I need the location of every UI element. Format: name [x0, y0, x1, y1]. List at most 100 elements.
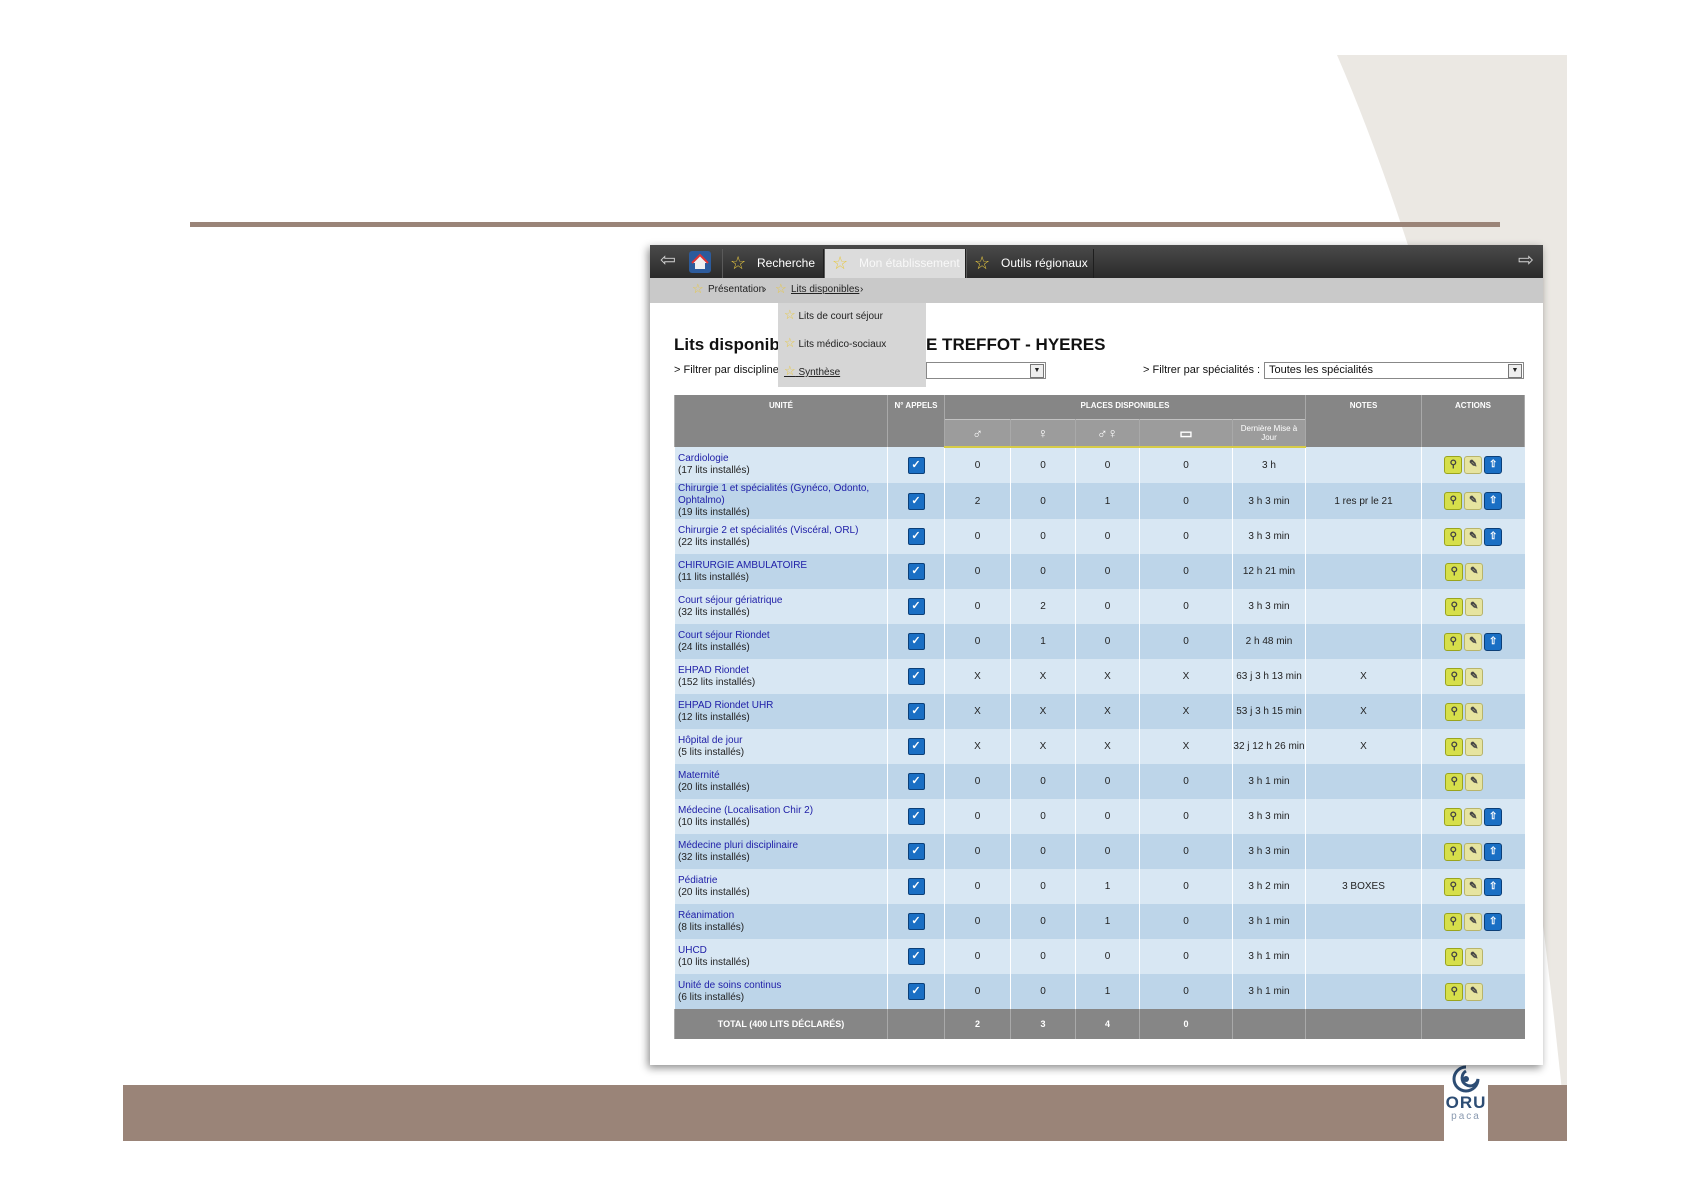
comment-icon[interactable]: ✎ — [1465, 597, 1484, 616]
comment-icon[interactable]: ✎ — [1464, 527, 1483, 546]
col-header-bed: ▭ — [1139, 419, 1233, 448]
search-icon[interactable]: ⚲ — [1444, 492, 1463, 510]
subnav-lits-disponibles[interactable]: Lits disponibles — [791, 284, 859, 295]
comment-icon[interactable]: ✎ — [1465, 982, 1484, 1001]
unit-name-link[interactable]: EHPAD Riondet — [678, 665, 887, 677]
total-label: TOTAL (400 LITS DÉCLARÉS) — [674, 1009, 888, 1039]
filter-discipline-select[interactable]: ▼ — [926, 362, 1046, 379]
comment-icon[interactable]: ✎ — [1464, 877, 1483, 896]
comment-icon[interactable]: ✎ — [1464, 492, 1483, 510]
dropdown-item-synthese[interactable]: ☆ Synthèse — [784, 363, 840, 379]
search-icon[interactable]: ⚲ — [1445, 982, 1464, 1001]
places-v4: X — [1139, 694, 1233, 729]
notes-cell — [1305, 764, 1422, 799]
arrow-up-icon[interactable]: ⇧ — [1484, 912, 1503, 931]
dropdown-item-court-sejour[interactable]: ☆ Lits de court séjour — [784, 307, 883, 323]
phone-call-icon[interactable]: ✓ — [907, 738, 925, 755]
search-icon[interactable]: ⚲ — [1445, 667, 1464, 686]
comment-icon[interactable]: ✎ — [1465, 737, 1484, 756]
unit-name-link[interactable]: EHPAD Riondet UHR — [678, 700, 887, 712]
unit-name-link[interactable]: CHIRURGIE AMBULATOIRE — [678, 560, 887, 572]
phone-call-icon[interactable]: ✓ — [907, 773, 925, 790]
search-icon[interactable]: ⚲ — [1445, 562, 1464, 581]
comment-icon[interactable]: ✎ — [1464, 807, 1483, 826]
arrow-left-icon[interactable]: ⇦ — [658, 250, 678, 272]
notes-cell — [1305, 589, 1422, 624]
arrow-up-icon[interactable]: ⇧ — [1484, 527, 1503, 546]
unit-name-link[interactable]: Unité de soins continus — [678, 980, 887, 992]
unit-name-link[interactable]: Pédiatrie — [678, 875, 887, 887]
unit-beds: (6 lits installés) — [678, 991, 745, 1003]
comment-icon[interactable]: ✎ — [1465, 772, 1484, 791]
search-icon[interactable]: ⚲ — [1445, 737, 1464, 756]
home-icon[interactable] — [688, 250, 712, 274]
phone-call-icon[interactable]: ✓ — [907, 598, 925, 615]
phone-call-icon[interactable]: ✓ — [907, 948, 925, 965]
comment-icon[interactable]: ✎ — [1464, 456, 1483, 474]
search-icon[interactable]: ⚲ — [1444, 632, 1463, 651]
unit-name-link[interactable]: Médecine pluri disciplinaire — [678, 840, 887, 852]
places-v4: 0 — [1139, 589, 1233, 624]
tab-recherche[interactable]: ☆ Recherche — [722, 249, 824, 278]
comment-icon[interactable]: ✎ — [1464, 842, 1483, 861]
arrow-up-icon[interactable]: ⇧ — [1484, 456, 1503, 474]
phone-call-icon[interactable]: ✓ — [907, 808, 925, 825]
search-icon[interactable]: ⚲ — [1444, 527, 1463, 546]
arrow-right-icon[interactable]: ⇨ — [1516, 250, 1536, 272]
phone-call-icon[interactable]: ✓ — [907, 563, 925, 580]
actions-cell: ⚲ ✎ ⇧ — [1421, 869, 1525, 904]
phone-call-icon[interactable]: ✓ — [907, 668, 925, 685]
total-v1: 2 — [944, 1009, 1011, 1039]
filter-specialite-select[interactable]: Toutes les spécialités ▼ — [1264, 362, 1524, 379]
search-icon[interactable]: ⚲ — [1445, 597, 1464, 616]
phone-call-icon[interactable]: ✓ — [907, 456, 925, 474]
arrow-up-icon[interactable]: ⇧ — [1484, 632, 1503, 651]
search-icon[interactable]: ⚲ — [1444, 807, 1463, 826]
arrow-up-icon[interactable]: ⇧ — [1484, 807, 1503, 826]
comment-icon[interactable]: ✎ — [1464, 912, 1483, 931]
search-icon[interactable]: ⚲ — [1444, 456, 1463, 474]
search-icon[interactable]: ⚲ — [1444, 877, 1463, 896]
comment-icon[interactable]: ✎ — [1465, 947, 1484, 966]
search-icon[interactable]: ⚲ — [1445, 702, 1464, 721]
phone-call-icon[interactable]: ✓ — [907, 843, 925, 860]
unit-name-link[interactable]: Médecine (Localisation Chir 2) — [678, 805, 887, 817]
unit-name-link[interactable]: Court séjour gériatrique — [678, 595, 887, 607]
tab-mon-etablissement[interactable]: ☆ Mon établissement — [824, 249, 966, 278]
comment-icon[interactable]: ✎ — [1465, 667, 1484, 686]
phone-call-icon[interactable]: ✓ — [907, 633, 925, 650]
subnav-presentation[interactable]: Présentation — [708, 284, 764, 295]
total-maj — [1232, 1009, 1306, 1039]
phone-call-icon[interactable]: ✓ — [907, 492, 925, 510]
unit-name-link[interactable]: Court séjour Riondet — [678, 630, 887, 642]
phone-call-icon[interactable]: ✓ — [907, 703, 925, 720]
comment-icon[interactable]: ✎ — [1465, 702, 1484, 721]
unit-name-link[interactable]: Réanimation — [678, 910, 887, 922]
unit-name-link[interactable]: Hôpital de jour — [678, 735, 887, 747]
places-v2: 0 — [1010, 519, 1076, 554]
phone-call-icon[interactable]: ✓ — [907, 913, 925, 930]
actions-cell: ⚲ ✎ — [1421, 939, 1525, 974]
unit-name-link[interactable]: Maternité — [678, 770, 887, 782]
search-icon[interactable]: ⚲ — [1445, 772, 1464, 791]
comment-icon[interactable]: ✎ — [1465, 562, 1484, 581]
unit-name-link[interactable]: UHCD — [678, 945, 887, 957]
phone-call-icon[interactable]: ✓ — [907, 983, 925, 1000]
derniere-maj-cell: 3 h 1 min — [1232, 974, 1306, 1009]
phone-call-icon[interactable]: ✓ — [907, 528, 925, 545]
unit-name-link[interactable]: Chirurgie 2 et spécialités (Viscéral, OR… — [678, 525, 887, 537]
search-icon[interactable]: ⚲ — [1445, 947, 1464, 966]
dropdown-item-medico-sociaux[interactable]: ☆ Lits médico-sociaux — [784, 335, 886, 351]
arrow-up-icon[interactable]: ⇧ — [1484, 877, 1503, 896]
comment-icon[interactable]: ✎ — [1464, 632, 1483, 651]
star-icon: ☆ — [784, 307, 796, 322]
search-icon[interactable]: ⚲ — [1444, 842, 1463, 861]
tab-outils-regionaux[interactable]: ☆ Outils régionaux — [966, 249, 1094, 278]
search-icon[interactable]: ⚲ — [1444, 912, 1463, 931]
phone-call-icon[interactable]: ✓ — [907, 878, 925, 895]
unit-name-link[interactable]: Chirurgie 1 et spécialités (Gynéco, Odon… — [678, 483, 887, 507]
arrow-up-icon[interactable]: ⇧ — [1484, 492, 1503, 510]
arrow-up-icon[interactable]: ⇧ — [1484, 842, 1503, 861]
unit-name-link[interactable]: Cardiologie — [678, 453, 887, 465]
places-v1: 0 — [944, 799, 1011, 834]
